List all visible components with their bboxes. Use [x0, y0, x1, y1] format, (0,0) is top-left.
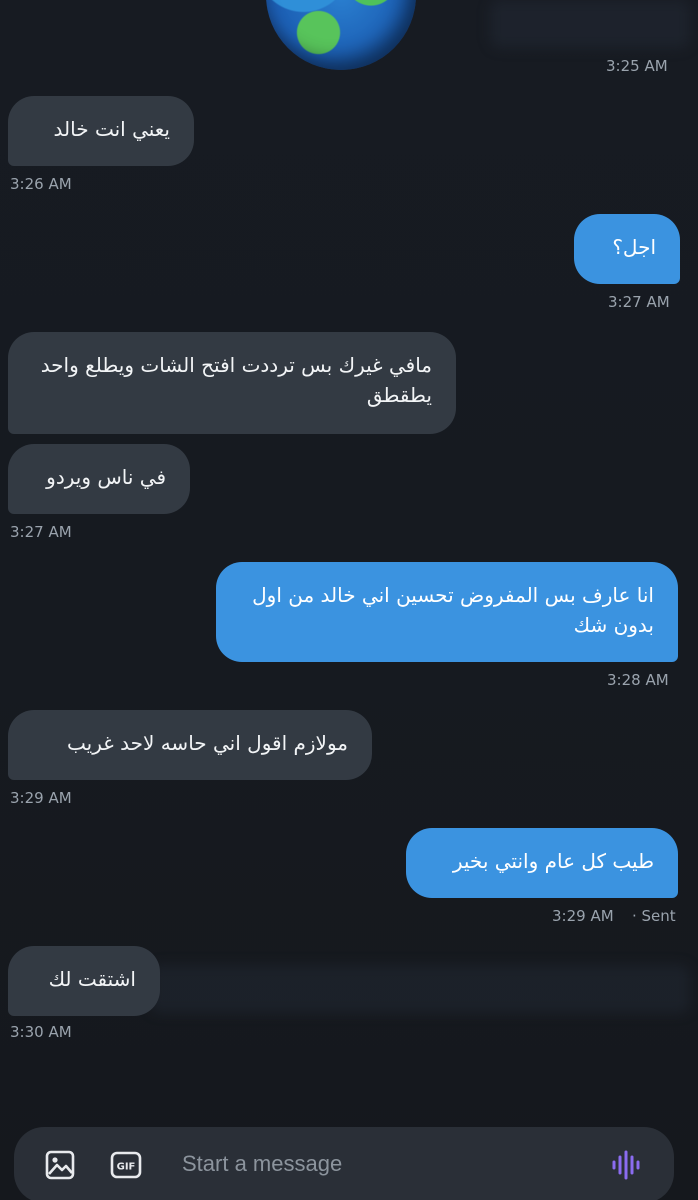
timestamp: 3:27 AM — [608, 293, 670, 311]
message-bubble-incoming[interactable]: يعني انت خالد — [8, 96, 194, 166]
timestamp: 3:26 AM — [10, 175, 72, 193]
avatar[interactable] — [266, 0, 416, 70]
message-bubble-outgoing[interactable]: طيب كل عام وانتي بخير — [406, 828, 678, 898]
redacted-area — [490, 0, 690, 48]
message-bubble-incoming[interactable]: مافي غيرك بس ترددت افتح الشات ويطلع واحد… — [8, 332, 456, 434]
chat-screen: 3:25 AM يعني انت خالد 3:26 AM اجل؟ 3:27 … — [0, 0, 698, 1200]
timestamp: 3:30 AM — [10, 1023, 72, 1041]
message-input[interactable] — [182, 1151, 582, 1177]
image-icon[interactable] — [44, 1149, 76, 1181]
sent-status: · Sent — [632, 907, 676, 925]
redacted-area — [150, 965, 690, 1013]
message-bubble-outgoing[interactable]: انا عارف بس المفروض تحسين اني خالد من او… — [216, 562, 678, 662]
timestamp: 3:27 AM — [10, 523, 72, 541]
voice-icon[interactable] — [610, 1149, 642, 1181]
timestamp: 3:25 AM — [606, 57, 668, 75]
message-bubble-incoming[interactable]: اشتقت لك — [8, 946, 160, 1016]
message-bubble-incoming[interactable]: في ناس ويردو — [8, 444, 190, 514]
message-bubble-outgoing[interactable]: اجل؟ — [574, 214, 680, 284]
message-bubble-incoming[interactable]: مولازم اقول اني حاسه لاحد غريب — [8, 710, 372, 780]
message-composer: GIF — [14, 1127, 674, 1200]
timestamp: 3:28 AM — [607, 671, 669, 689]
gif-icon[interactable]: GIF — [110, 1149, 142, 1181]
timestamp: 3:29 AM — [10, 789, 72, 807]
gif-label: GIF — [117, 1162, 136, 1173]
timestamp: 3:29 AM — [552, 907, 614, 925]
